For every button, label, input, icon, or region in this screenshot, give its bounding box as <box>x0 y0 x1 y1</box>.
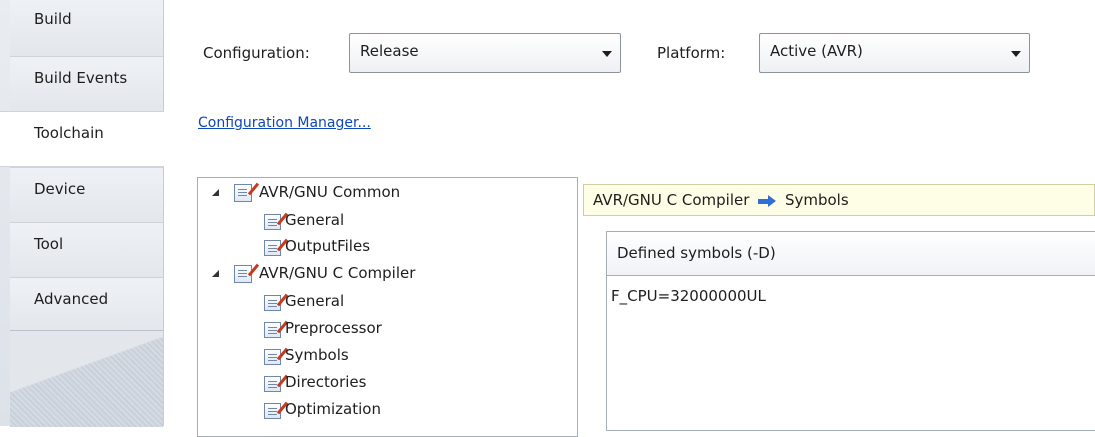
property-page-icon <box>234 184 252 202</box>
tab-label: Toolchain <box>34 124 104 142</box>
tree-node-label: Symbols <box>285 346 349 364</box>
platform-label: Platform: <box>657 44 726 62</box>
configuration-select[interactable]: Release <box>349 33 621 73</box>
tree-node-label: AVR/GNU Common <box>259 183 401 201</box>
tree-node-label: OutputFiles <box>285 237 371 255</box>
property-page-icon <box>264 376 281 392</box>
tab-tool[interactable]: Tool <box>10 222 163 278</box>
tab-label: Advanced <box>34 290 109 308</box>
tree-node-label: Preprocessor <box>285 319 382 337</box>
tab-label: Build Events <box>34 69 128 87</box>
tab-build[interactable]: Build <box>10 0 163 56</box>
tab-device[interactable]: Device <box>10 167 163 223</box>
property-page-icon <box>234 265 252 283</box>
toolchain-tree[interactable]: AVR/GNU Common General OutputFiles AVR/G… <box>197 177 578 437</box>
property-page-icon <box>264 322 281 338</box>
tab-label: Build <box>34 10 72 28</box>
platform-value: Active (AVR) <box>770 42 863 60</box>
configuration-manager-link[interactable]: Configuration Manager... <box>198 115 371 131</box>
configuration-value: Release <box>360 42 419 60</box>
right-arrow-icon <box>758 194 777 207</box>
platform-select[interactable]: Active (AVR) <box>759 33 1030 73</box>
defined-symbols-title: Defined symbols (-D) <box>617 244 776 262</box>
defined-symbols-list[interactable]: Defined symbols (-D) F_CPU=32000000UL <box>606 231 1095 431</box>
chevron-down-icon <box>1011 51 1021 57</box>
symbol-value: F_CPU=32000000UL <box>611 287 766 305</box>
tab-label: Device <box>34 180 86 198</box>
tree-node-label: General <box>285 292 345 310</box>
tree-node-label: Optimization <box>285 400 381 418</box>
tree-node-label: AVR/GNU C Compiler <box>259 264 416 282</box>
property-page-icon <box>264 240 281 256</box>
defined-symbols-header: Defined symbols (-D) <box>607 232 1095 276</box>
expander-icon[interactable] <box>212 189 219 196</box>
breadcrumb: AVR/GNU C Compiler Symbols <box>583 184 1095 216</box>
breadcrumb-child: Symbols <box>784 191 849 209</box>
property-page-icon <box>264 349 281 365</box>
property-page-icon <box>264 295 281 311</box>
chevron-down-icon <box>602 51 612 57</box>
tree-node-label: General <box>285 211 345 229</box>
tree-node-label: Directories <box>285 373 367 391</box>
tab-advanced[interactable]: Advanced <box>10 277 163 333</box>
tab-toolchain[interactable]: Toolchain <box>0 111 164 167</box>
list-item[interactable]: F_CPU=32000000UL <box>611 287 766 305</box>
property-page-icon <box>264 403 281 419</box>
configuration-label: Configuration: <box>203 44 310 62</box>
property-page-icon <box>264 214 281 230</box>
breadcrumb-parent: AVR/GNU C Compiler <box>593 191 750 209</box>
sidebar: Build Build Events Toolchain Device Tool… <box>0 0 164 427</box>
tab-label: Tool <box>34 235 64 253</box>
expander-icon[interactable] <box>212 270 219 277</box>
sidebar-filler <box>10 330 163 427</box>
tab-build-events[interactable]: Build Events <box>10 56 163 112</box>
